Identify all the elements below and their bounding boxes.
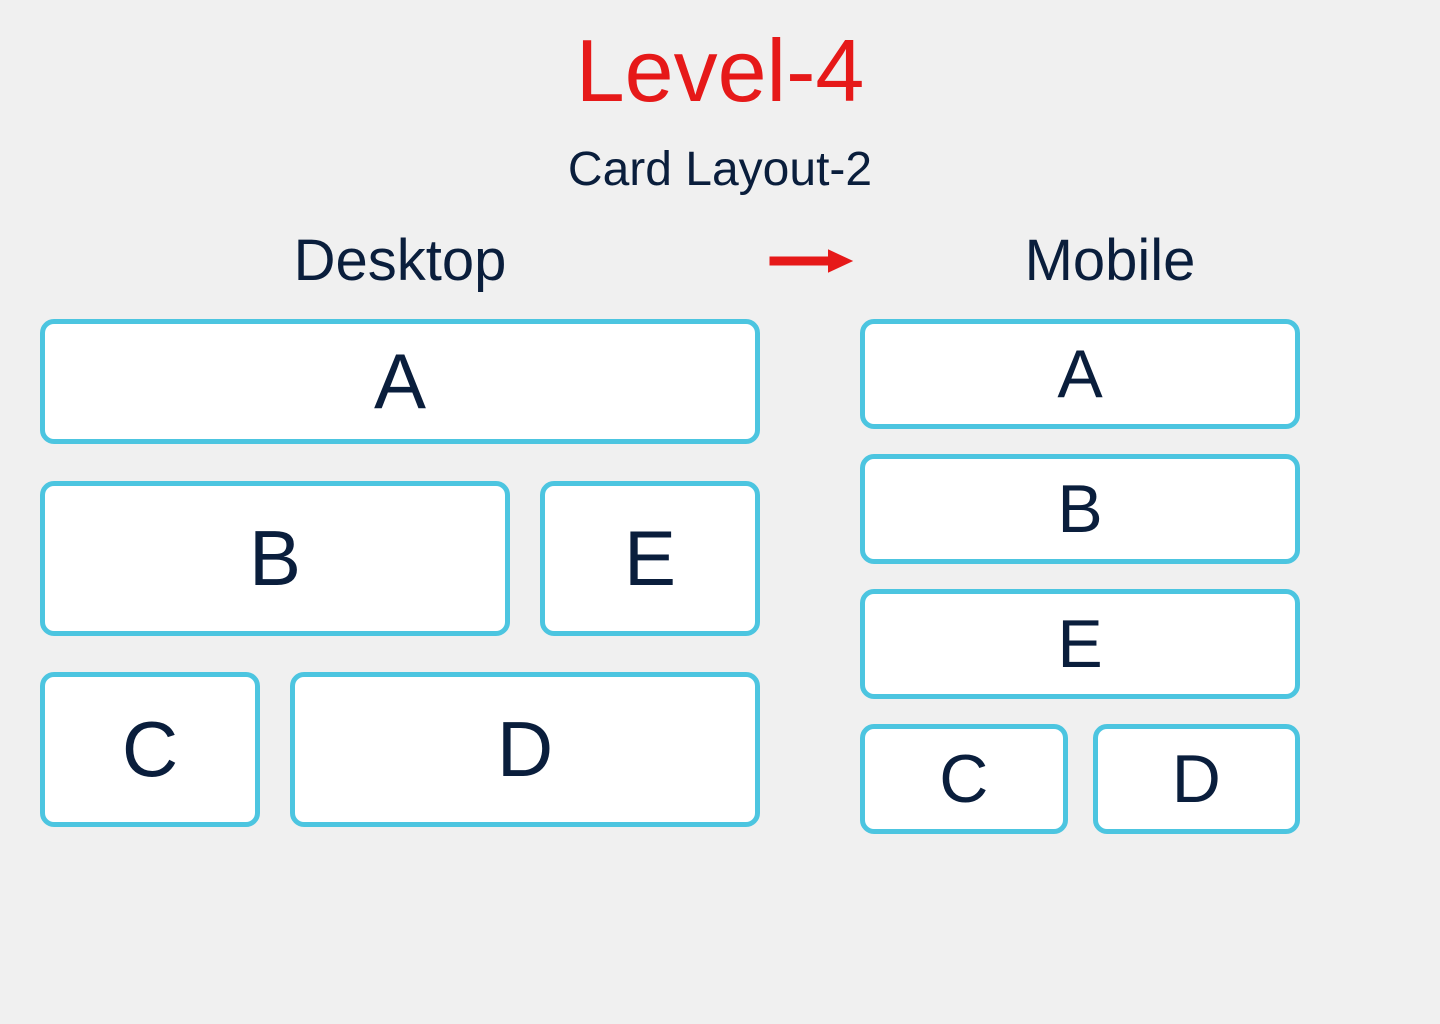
desktop-label: Desktop — [40, 227, 760, 294]
mobile-card-b: B — [860, 454, 1300, 564]
arrow-icon — [760, 246, 860, 276]
desktop-card-a: A — [40, 319, 760, 444]
desktop-card-c: C — [40, 672, 260, 827]
main-title: Level-4 — [40, 20, 1400, 122]
desktop-card-b: B — [40, 481, 510, 636]
subtitle: Card Layout-2 — [40, 142, 1400, 197]
mobile-grid: A B E C D — [860, 319, 1300, 834]
mobile-label: Mobile — [890, 227, 1330, 294]
desktop-card-d: D — [290, 672, 760, 827]
layout-container: A B E C D A B E C D — [40, 319, 1400, 834]
mobile-card-c: C — [860, 724, 1068, 834]
layout-headers: Desktop Mobile — [40, 227, 1400, 294]
mobile-card-e: E — [860, 589, 1300, 699]
mobile-card-d: D — [1093, 724, 1301, 834]
desktop-grid: A B E C D — [40, 319, 760, 834]
mobile-card-a: A — [860, 319, 1300, 429]
desktop-card-e: E — [540, 481, 760, 636]
